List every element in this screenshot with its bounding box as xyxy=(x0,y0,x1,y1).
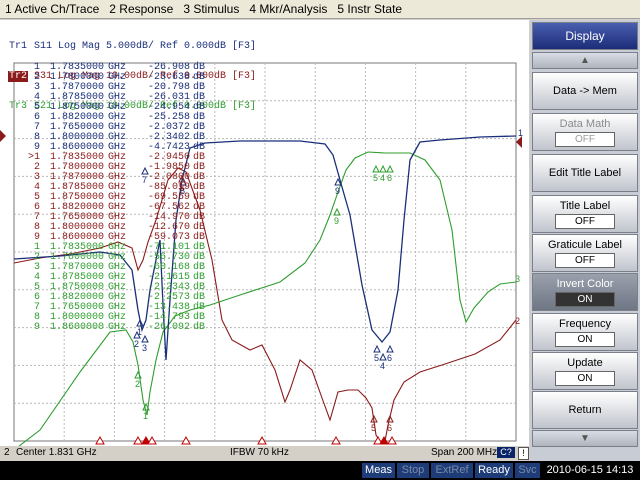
softkey-graticule-label-value: OFF xyxy=(555,252,615,268)
trace-name-tr1: Tr1 xyxy=(9,41,28,52)
softkey-scroll-up[interactable]: ▲ xyxy=(532,52,638,69)
softkey-title-label-text: Title Label xyxy=(559,199,611,212)
softkey-frequency-value: ON xyxy=(555,331,615,347)
softkey-invert-color-value: ON xyxy=(555,291,615,307)
status-datetime: 2010-06-15 14:13 xyxy=(542,463,638,478)
marker-freq: 1.8600000 xyxy=(49,322,104,333)
channel-number: 2 xyxy=(4,447,10,458)
plot-area[interactable]: 123546897546912568 1 2 3 Tr1 S11 Log Mag… xyxy=(0,20,529,446)
trace-params-tr1: S11 Log Mag 5.000dB/ Ref 0.000dB [F3] xyxy=(28,41,257,52)
trace-end-label-s11: 1 xyxy=(518,128,523,138)
softkey-update-text: Update xyxy=(567,356,603,369)
marker-flag-number: 2 xyxy=(134,339,139,349)
marker-flag xyxy=(134,370,142,379)
marker-flag-number: 1 xyxy=(143,411,148,421)
marker-flag-number: 5 xyxy=(373,173,378,183)
marker-flag xyxy=(379,352,387,361)
softkey-scroll-down[interactable]: ▼ xyxy=(532,430,638,447)
marker-flag xyxy=(333,207,341,216)
softkey-frequency[interactable]: Frequency ON xyxy=(532,313,638,351)
marker-flag-number: 9 xyxy=(334,216,339,226)
trace-header-row-1[interactable]: Tr1 S11 Log Mag 5.000dB/ Ref 0.000dB [F3… xyxy=(8,42,256,52)
warning-icon: ! xyxy=(518,447,529,460)
marker-flag-number: 3 xyxy=(142,343,147,353)
trace-end-label-s31: 2 xyxy=(515,316,520,326)
softkey-data-math-value: OFF xyxy=(555,131,615,147)
status-meas: Meas xyxy=(362,463,395,478)
softkey-update-value: ON xyxy=(555,370,615,386)
marker-flag-number: 4 xyxy=(380,173,385,183)
instrument-status-bar: Meas Stop ExtRef Ready Svc 2010-06-15 14… xyxy=(0,461,640,480)
marker-flag-number: 9 xyxy=(335,186,340,196)
marker-flag-number: 6 xyxy=(387,173,392,183)
marker-flag xyxy=(379,164,387,173)
marker-flag-number: 4 xyxy=(380,361,385,371)
softkey-menu-title: Display xyxy=(532,22,638,50)
softkey-frequency-text: Frequency xyxy=(559,317,611,330)
softkey-invert-color-text: Invert Color xyxy=(556,277,614,290)
softkey-graticule-label[interactable]: Graticule Label OFF xyxy=(532,234,638,272)
chevron-up-icon: ▲ xyxy=(580,55,590,66)
ref-level-left-marker xyxy=(0,130,6,142)
marker-flag-number: 6 xyxy=(387,423,392,433)
menu-bar: 1 Active Ch/Trace 2 Response 3 Stimulus … xyxy=(0,0,640,19)
marker-flag-number: 5 xyxy=(374,353,379,363)
softkey-return[interactable]: Return xyxy=(532,391,638,429)
menu-stimulus[interactable]: 3 Stimulus xyxy=(178,2,244,16)
marker-du: dB xyxy=(193,322,206,333)
marker-flag xyxy=(386,164,394,173)
channel-status-line: 2 Center 1.831 GHz IFBW 70 kHz Span 200 … xyxy=(0,446,529,460)
status-stop: Stop xyxy=(397,463,429,478)
softkey-edit-title-label[interactable]: Edit Title Label xyxy=(532,154,638,192)
menu-response[interactable]: 2 Response xyxy=(104,2,178,16)
span-value[interactable]: Span 200 MHz xyxy=(431,447,497,458)
softkey-title-label[interactable]: Title Label OFF xyxy=(532,195,638,233)
softkey-data-to-mem[interactable]: Data -> Mem xyxy=(532,72,638,110)
softkey-invert-color[interactable]: Invert Color ON xyxy=(532,273,638,311)
cal-status-badge: C? xyxy=(497,447,515,458)
softkey-update[interactable]: Update ON xyxy=(532,352,638,390)
status-ready: Ready xyxy=(475,463,513,478)
softkey-panel: Display ▲ Data -> Mem Data Math OFF Edit… xyxy=(530,20,640,461)
softkey-data-math: Data Math OFF xyxy=(532,113,638,151)
marker-flag-number: 6 xyxy=(387,353,392,363)
softkey-data-math-label: Data Math xyxy=(559,117,611,130)
trace-end-label-s21: 3 xyxy=(515,274,520,284)
menu-active-ch-trace[interactable]: 1 Active Ch/Trace xyxy=(0,2,104,16)
ifbw-value[interactable]: IFBW 70 kHz xyxy=(230,447,289,458)
softkey-graticule-label-text: Graticule Label xyxy=(548,238,622,251)
marker-flag xyxy=(386,344,394,353)
marker-value: -26.092 xyxy=(147,322,190,333)
center-frequency[interactable]: Center 1.831 GHz xyxy=(16,447,97,458)
marker-flag xyxy=(141,334,149,343)
marker-flag xyxy=(372,164,380,173)
chevron-down-icon: ▼ xyxy=(580,433,590,444)
marker-row: 9 1.8600000 GHz -26.092 dB xyxy=(20,323,211,333)
marker-flag-number: 2 xyxy=(135,379,140,389)
menu-mkr-analysis[interactable]: 4 Mkr/Analysis xyxy=(244,2,332,16)
marker-num: 9 xyxy=(33,322,40,333)
marker-flag xyxy=(373,344,381,353)
marker-unit: GHz xyxy=(108,322,127,333)
marker-table: 1 1.7835000 GHz -26.908 dB 2 1.7800000 GHz -23.6… xyxy=(20,63,211,333)
marker-flag-number: 5 xyxy=(371,423,376,433)
status-extref: ExtRef xyxy=(431,463,473,478)
softkey-title-label-value: OFF xyxy=(555,213,615,229)
status-svc: Svc xyxy=(515,463,540,478)
menu-instr-state[interactable]: 5 Instr State xyxy=(332,2,407,16)
